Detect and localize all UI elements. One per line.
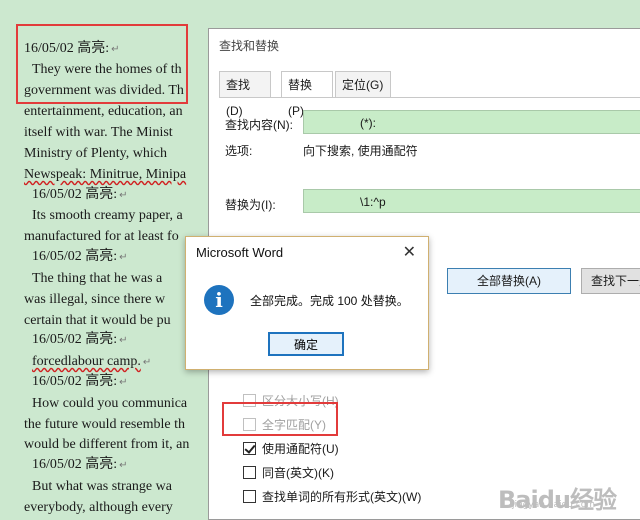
doc-line: everybody, although every bbox=[24, 500, 173, 515]
find-label: 查找内容(N): bbox=[225, 118, 293, 132]
tab-find[interactable]: 查找(D) bbox=[219, 71, 271, 118]
replace-label: 替换为(I): bbox=[225, 198, 276, 212]
highlight-frame-wildcards bbox=[222, 402, 338, 436]
message-box: Microsoft Word ✕ i 全部完成。完成 100 处替换。 确定 bbox=[185, 236, 429, 370]
doc-line: But what was strange wa bbox=[32, 479, 172, 494]
info-icon: i bbox=[204, 285, 234, 315]
checkbox-sounds-like[interactable]: 同音(英文)(K) bbox=[243, 464, 334, 482]
doc-line: itself with war. The Minist bbox=[24, 125, 173, 140]
close-icon[interactable]: ✕ bbox=[403, 242, 416, 262]
checkbox-use-wildcards[interactable]: 使用通配符(U) bbox=[243, 440, 339, 458]
checkbox-all-word-forms[interactable]: 查找单词的所有形式(英文)(W) bbox=[243, 488, 421, 506]
options-label: 选项: bbox=[225, 144, 253, 158]
doc-line: the future would resemble th bbox=[24, 417, 185, 432]
replace-input[interactable]: \1:^p bbox=[303, 189, 640, 213]
doc-line: 16/05/02 高亮: ↵ bbox=[32, 374, 128, 389]
tab-goto[interactable]: 定位(G) bbox=[335, 71, 391, 97]
doc-line: How could you communica bbox=[32, 396, 188, 411]
checkbox-box[interactable] bbox=[243, 490, 256, 504]
doc-line: 16/05/02 高亮: ↵ bbox=[32, 457, 128, 472]
doc-line: Ministry of Plenty, which bbox=[24, 146, 167, 161]
find-next-button[interactable]: 查找下一处 bbox=[581, 268, 640, 294]
doc-line: manufactured for at least fo bbox=[24, 229, 179, 244]
doc-line: certain that it would be pu bbox=[24, 313, 171, 328]
replace-all-button[interactable]: 全部替换(A) bbox=[447, 268, 571, 294]
doc-line: 16/05/02 高亮: ↵ bbox=[32, 332, 128, 347]
highlight-frame-doc bbox=[16, 24, 188, 104]
doc-line: would be different from it, an bbox=[24, 437, 190, 452]
checkbox-box[interactable] bbox=[243, 466, 256, 480]
doc-line: was illegal, since there w bbox=[24, 292, 166, 307]
doc-line: The thing that he was a bbox=[32, 271, 163, 286]
doc-line: forcedlabour camp. ↵ bbox=[32, 354, 152, 369]
doc-line: 16/05/02 高亮: ↵ bbox=[32, 249, 128, 264]
checkbox-box[interactable] bbox=[243, 442, 256, 456]
doc-line: Its smooth creamy paper, a bbox=[32, 208, 183, 223]
dialog-title: 查找和替换 bbox=[219, 39, 280, 53]
tab-replace[interactable]: 替换(P) bbox=[281, 71, 333, 118]
doc-line: 16/05/02 高亮: ↵ bbox=[32, 187, 128, 202]
doc-line: Newspeak: Minitrue, Minipa bbox=[24, 167, 187, 182]
find-input[interactable]: (*): bbox=[303, 110, 640, 134]
message-text: 全部完成。完成 100 处替换。 bbox=[250, 294, 409, 308]
message-title: Microsoft Word bbox=[196, 245, 284, 260]
ok-button[interactable]: 确定 bbox=[268, 332, 344, 356]
options-value: 向下搜索, 使用通配符 bbox=[303, 144, 418, 158]
doc-line: entertainment, education, an bbox=[24, 104, 183, 119]
